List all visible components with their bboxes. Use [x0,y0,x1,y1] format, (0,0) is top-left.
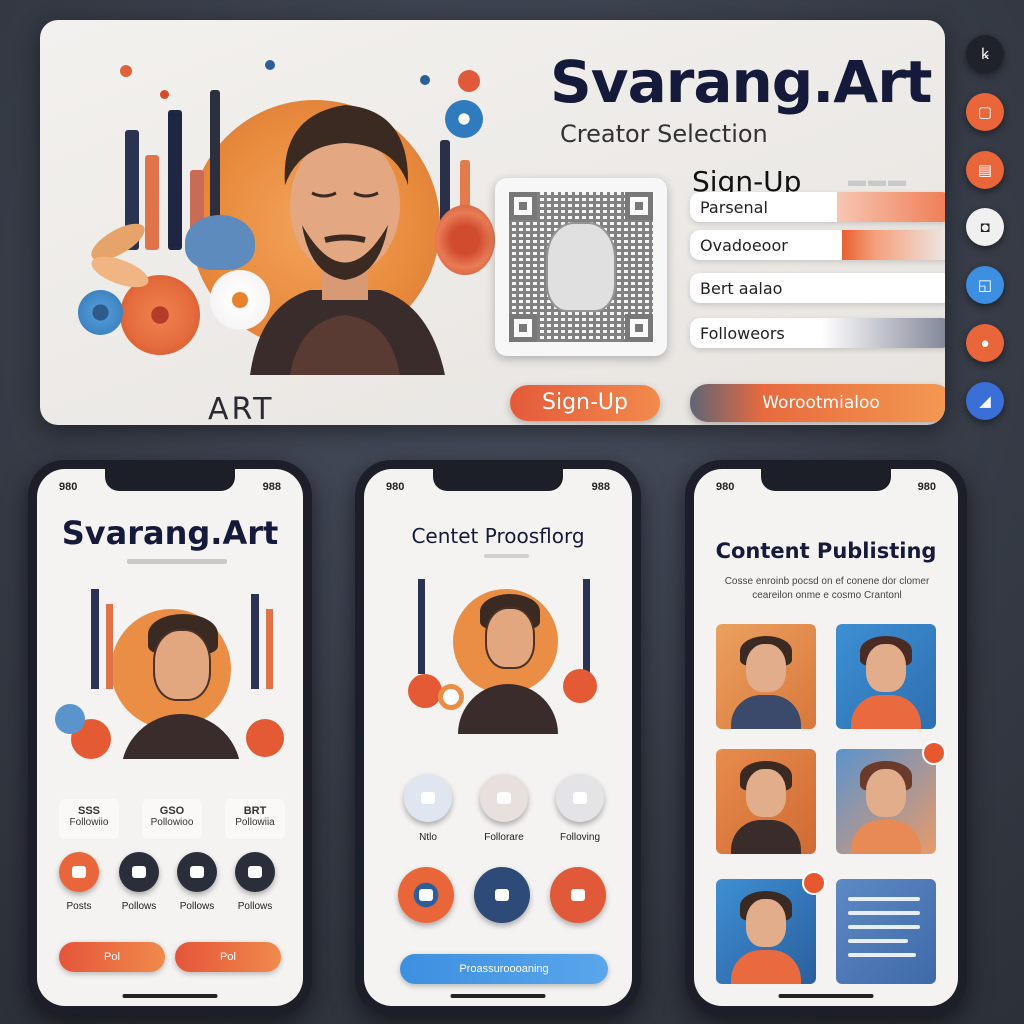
record-badge[interactable] [802,871,826,895]
status-time: 980 [716,481,735,493]
status-time: 980 [386,481,405,493]
signup-button[interactable]: Sign-Up [510,385,660,421]
processing-artwork [378,569,626,739]
processing-title: Centet Proosflorg [411,524,585,548]
follows-action-button-3[interactable] [235,852,275,892]
content-tile-1[interactable] [716,624,816,729]
gallery-icon[interactable] [556,774,604,822]
notification-badge[interactable] [922,741,946,765]
following-label: Folloving [559,832,601,843]
brand-title: Svarang.Art [550,48,933,116]
follows-label-2: Pollows [179,901,215,912]
chat-icon[interactable]: ◢ [966,382,1004,420]
image-icon[interactable] [550,867,606,923]
play-icon[interactable] [480,774,528,822]
record-icon[interactable]: ● [966,324,1004,362]
video-icon[interactable] [404,774,452,822]
content-tile-2[interactable] [836,624,936,729]
share-icon[interactable]: ◱ [966,266,1004,304]
status-battery: 988 [591,481,610,493]
follows-action-button-2[interactable] [177,852,217,892]
publishing-description: Cosse enroinb pocsd on ef conene dor clo… [724,576,930,601]
phone-content-processing: 980 988 Centet Proosflorg Ntlo Follorare… [355,460,641,1015]
profile-artwork [51,569,299,759]
status-time: 980 [59,481,78,493]
stat-posts: BRT Pollowiia [225,799,285,839]
publishing-title: Content Publisting [715,539,937,563]
primary-button-left[interactable]: Pol [59,942,165,972]
phone-profile: 980 988 Svarang.Art SSS Followiio GSO Poll… [28,460,312,1015]
phone-content-publishing: 980 980 Content Publisting Cosse enroinb… [685,460,967,1015]
book-icon[interactable]: ▤ [966,151,1004,189]
layers-icon[interactable] [474,867,530,923]
content-tile-5[interactable] [716,879,816,984]
art-caption: ART [208,392,275,425]
followers-field[interactable]: Followeors [690,318,945,348]
status-battery: 988 [262,481,281,493]
posts-label: Posts [66,901,92,912]
qr-code[interactable] [495,178,667,356]
camera-icon[interactable]: ▢ [966,93,1004,131]
status-battery: 980 [917,481,936,493]
stat-followers: SSS Followiio [59,799,119,839]
education-field[interactable]: Ovadoeoor [690,230,945,260]
qr-portrait [546,222,616,312]
process-button[interactable]: Proassuroooaning [400,954,608,984]
creator-selection-banner: ART Svarang.Art Creator Selection Sign-U… [40,20,945,425]
profile-icon[interactable]: ꝃ [966,35,1004,73]
follows-action-button-1[interactable] [119,852,159,892]
profile-title: Svarang.Art [61,514,279,552]
submit-wide-button[interactable]: Worootmialoo [690,384,945,422]
video-label: Ntlo [419,832,437,843]
follows-label-3: Pollows [237,901,273,912]
follows-label-1: Pollows [121,901,157,912]
content-tile-4[interactable] [836,749,936,854]
primary-button-right[interactable]: Pol [175,942,281,972]
bio-field[interactable]: Bert aalao [690,273,945,303]
personal-field[interactable]: Parsenal [690,192,945,222]
content-tile-3[interactable] [716,749,816,854]
artist-portrait [250,105,445,375]
text-post-tile[interactable] [836,879,936,984]
stat-following: GSO Pollowioo [142,799,202,839]
brand-subtitle: Creator Selection [560,120,768,148]
edit-icon[interactable] [398,867,454,923]
signup-ghost: ▬▬▬ [848,170,908,190]
hero-artwork: ART [40,20,495,425]
posts-action-button[interactable] [59,852,99,892]
follow-label: Follorare [484,832,524,843]
play-icon[interactable]: ◘ [966,208,1004,246]
